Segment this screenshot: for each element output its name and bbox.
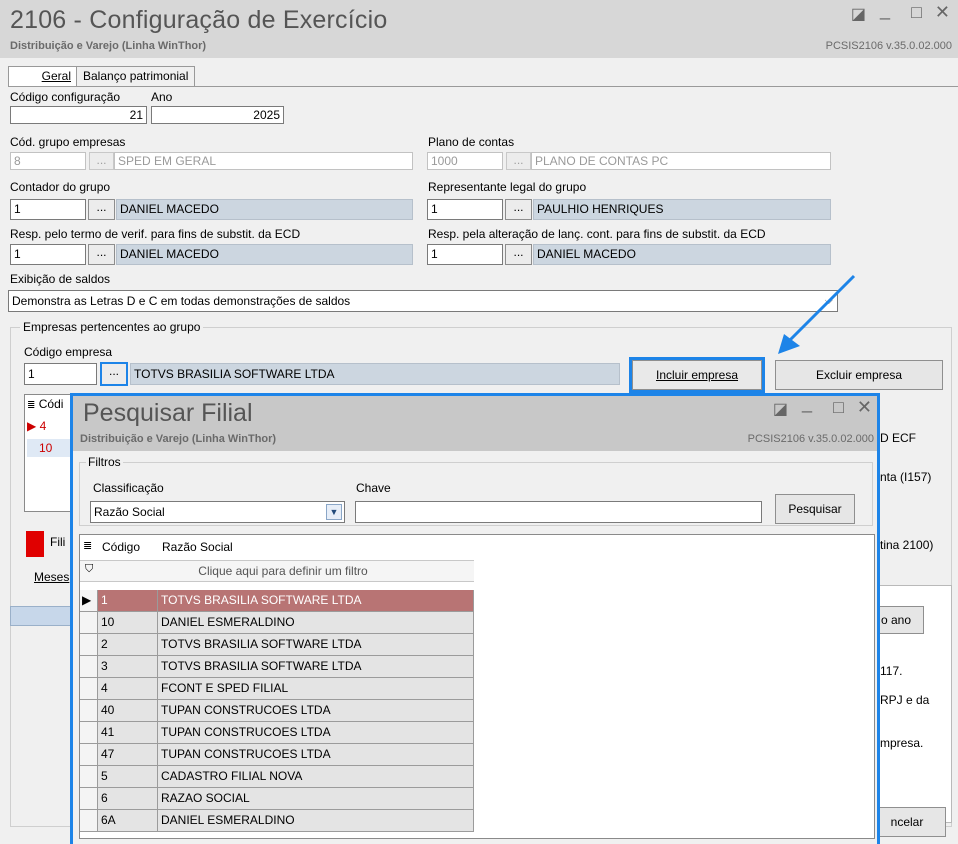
filial-color-swatch [26,531,44,557]
representante-code-field[interactable]: 1 [427,199,503,220]
contador-lookup-button[interactable]: ... [88,199,115,220]
resp-verif-lookup-button[interactable]: ... [88,244,115,265]
contador-code-field[interactable]: 1 [10,199,86,220]
cancelar-button-label: ncelar [890,815,924,829]
resp-alter-code-field[interactable]: 1 [427,244,503,265]
resp-alter-name: DANIEL MACEDO [533,244,831,265]
tab-balanco-label: Balanço patrimonial [83,69,189,83]
grupo-empresas-lookup-button: ... [89,152,114,170]
empresas-grid-row[interactable]: 10 [27,439,71,457]
window-version: PCSIS2106 v.35.0.02.000 [825,40,952,52]
ano-field[interactable]: 2025 [151,106,284,124]
tab-geral-label: Geral [41,69,71,83]
empresas-grid-row[interactable]: ▶ 4 [27,419,46,433]
exibicao-value: Demonstra as Letras D e C em todas demon… [12,294,351,308]
resp-verif-label: Resp. pelo termo de verif. para fins de … [10,227,301,241]
tab-geral[interactable]: Geral [8,66,78,87]
codigo-empresa-field[interactable]: 1 [24,363,97,385]
empresas-grid-row-code: 4 [39,419,47,433]
tab-balanco[interactable]: Balanço patrimonial [76,66,196,87]
empresas-grid-row-code: 10 [39,441,53,455]
empresas-grid-header-label: Códi [38,397,64,411]
window-subtitle: Distribuição e Varejo (Linha WinThor) [10,40,207,52]
grupo-empresas-label: Cód. grupo empresas [10,135,126,149]
ecf-fragment: D ECF [880,431,916,445]
ano-label: Ano [151,90,173,104]
resp-verif-code-field[interactable]: 1 [10,244,86,265]
grupo-empresas-name: SPED EM GERAL [114,152,413,170]
window-title: 2106 - Configuração de Exercício [10,6,388,34]
close-icon[interactable]: ✕ [935,2,950,23]
excluir-empresa-label: Excluir empresa [815,368,903,382]
restore-icon[interactable]: ◪ [851,4,866,24]
codigo-empresa-label: Código empresa [24,345,113,359]
meses-header-bar [10,606,72,626]
exibicao-label: Exibição de saldos [10,272,111,286]
contador-name: DANIEL MACEDO [116,199,413,220]
resp-verif-name: DANIEL MACEDO [116,244,413,265]
representante-lookup-button[interactable]: ... [505,199,532,220]
rpj-fragment: RPJ e da [880,693,930,707]
plano-contas-code: 1000 [427,152,503,170]
minimize-icon[interactable]: _ [880,0,890,21]
plano-contas-lookup-button: ... [506,152,531,170]
maximize-icon[interactable]: □ [911,2,922,23]
representante-name: PAULHIO HENRIQUES [533,199,831,220]
representante-label: Representante legal do grupo [428,180,587,194]
excluir-empresa-button[interactable]: Excluir empresa [775,360,943,390]
filial-label: Fili [50,535,66,549]
ano-button-label: o ano [880,613,912,627]
exibicao-select[interactable]: Demonstra as Letras D e C em todas demon… [8,290,838,312]
resp-alter-label: Resp. pela alteração de lanç. cont. para… [428,227,766,241]
plano-contas-label: Plano de contas [428,135,515,149]
empresas-grid: ≣ Códi ▶ 4 10 [24,394,72,512]
codigo-empresa-lookup-button[interactable]: ... [100,362,128,386]
dialog-highlight [70,393,880,844]
contador-label: Contador do grupo [10,180,111,194]
codigo-config-label: Código configuração [10,90,121,104]
empresas-grid-header: ≣ Códi [27,397,63,411]
tab-meses[interactable]: Meses [34,570,69,584]
grupo-empresas-code: 8 [10,152,86,170]
plano-contas-name: PLANO DE CONTAS PC [531,152,831,170]
conta-fragment: nta (I157) [880,470,932,484]
rotina-fragment: tina 2100) [880,538,934,552]
arrow-annotation-icon [778,274,856,354]
empresa-name: TOTVS BRASILIA SOFTWARE LTDA [130,363,620,385]
tab-bar: Geral Balanço patrimonial [8,66,948,87]
t117-fragment: 117. [880,664,903,678]
title-bar: 2106 - Configuração de Exercício Distrib… [0,0,958,58]
tab-divider [8,86,958,87]
incluir-highlight [629,357,765,393]
codigo-config-field[interactable]: 21 [10,106,147,124]
empresa-fragment: mpresa. [880,736,924,750]
empresas-group-label: Empresas pertencentes ao grupo [20,320,204,334]
resp-alter-lookup-button[interactable]: ... [505,244,532,265]
list-icon: ≣ [27,400,36,411]
